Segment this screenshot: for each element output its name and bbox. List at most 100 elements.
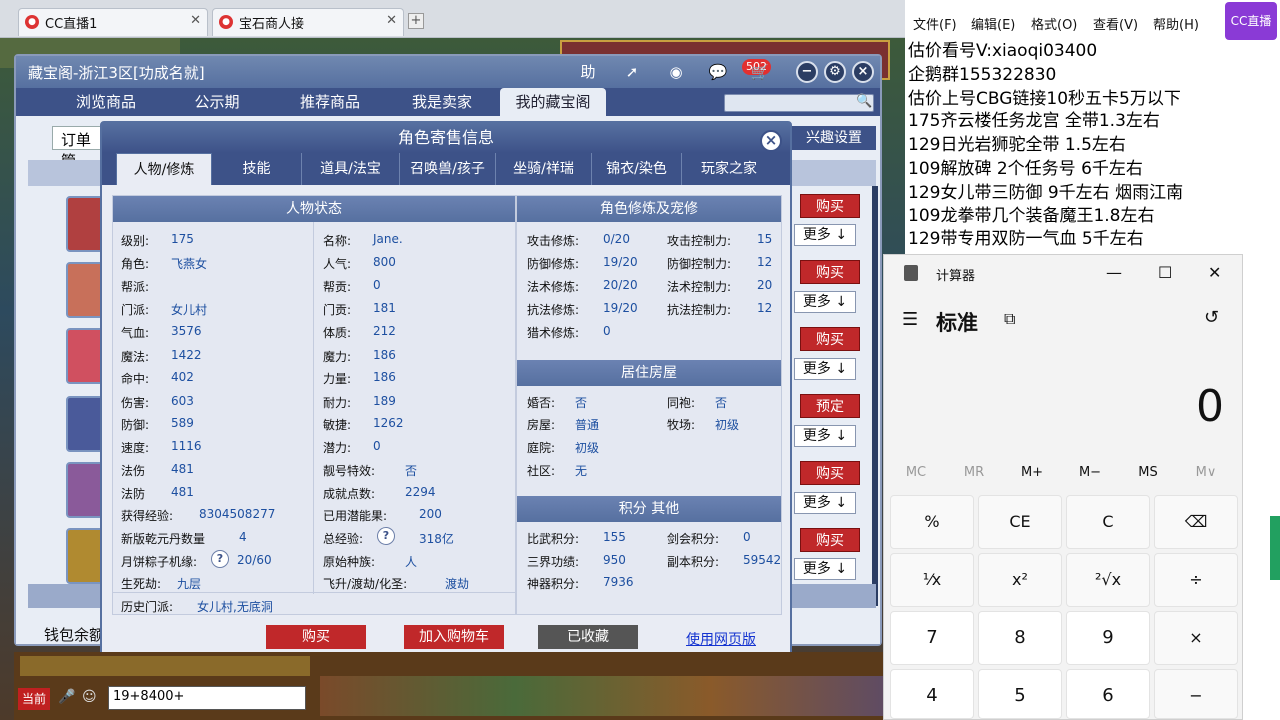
close-icon[interactable]: × [760, 130, 782, 152]
browser-tab-cc[interactable]: ● CC直播1 ✕ [18, 8, 208, 36]
memory-subtract-button[interactable]: M− [1064, 465, 1116, 480]
favorited-button[interactable]: 已收藏 [538, 625, 638, 649]
new-tab-button[interactable]: + [408, 13, 424, 29]
stop-icon[interactable]: ◉ [664, 61, 688, 83]
stat-value: 800 [373, 255, 396, 269]
stat-value: 1262 [373, 416, 404, 430]
close-icon[interactable]: ✕ [1208, 263, 1221, 282]
close-tab-icon[interactable]: ✕ [386, 13, 397, 28]
memory-list-button[interactable]: M∨ [1180, 465, 1232, 480]
interest-settings-button[interactable]: 兴趣设置 [792, 126, 876, 150]
more-button[interactable]: 更多 ↓ [794, 224, 856, 246]
menu-file[interactable]: 文件(F) [913, 14, 957, 33]
browser-tab-gem[interactable]: ● 宝石商人接 ✕ [212, 8, 404, 36]
more-button[interactable]: 更多 ↓ [794, 492, 856, 514]
list-scrollbar[interactable] [872, 186, 878, 606]
tab-items[interactable]: 道具/法宝 [302, 153, 400, 185]
search-input[interactable] [724, 94, 874, 112]
microphone-icon[interactable]: 🎤 [58, 689, 75, 705]
stat-value: 1116 [171, 439, 202, 453]
buy-button[interactable]: 购买 [800, 327, 860, 351]
multiply-button[interactable]: × [1154, 611, 1238, 665]
note-line: 估价看号V:xiaoqi03400 [908, 41, 1098, 61]
clear-entry-button[interactable]: CE [978, 495, 1062, 549]
menu-view[interactable]: 查看(V) [1093, 14, 1138, 33]
minimize-icon[interactable]: — [1106, 263, 1122, 282]
reciprocal-button[interactable]: ¹⁄x [890, 553, 974, 607]
memory-recall-button[interactable]: MR [948, 465, 1000, 480]
close-icon[interactable]: × [852, 61, 874, 83]
stat-label: 靓号特效: [323, 464, 376, 478]
chat-icon[interactable]: 💬 [706, 61, 730, 83]
chat-channel-button[interactable]: 当前 [18, 688, 50, 710]
memory-store-button[interactable]: MS [1122, 465, 1174, 480]
stat-label: 帮贡: [323, 280, 352, 294]
digit-6-button[interactable]: 6 [1066, 669, 1150, 719]
more-button[interactable]: 更多 ↓ [794, 291, 856, 313]
reserve-button[interactable]: 预定 [800, 394, 860, 418]
help-question-icon[interactable]: ? [211, 550, 229, 568]
dialog-title: 角色寄售信息 × [102, 123, 790, 153]
help-button[interactable]: 助 [576, 61, 600, 83]
menu-edit[interactable]: 编辑(E) [971, 14, 1015, 33]
history-icon[interactable]: ↺ [1204, 307, 1219, 328]
stat-value: 481 [171, 485, 194, 499]
buy-button[interactable]: 购买 [800, 260, 860, 284]
tab-my-cbg[interactable]: 我的藏宝阁 [500, 88, 606, 116]
stat-label: 猎术修炼: [527, 326, 580, 340]
tab-public[interactable]: 公示期 [172, 88, 262, 116]
close-tab-icon[interactable]: ✕ [190, 13, 201, 28]
buy-button[interactable]: 购买 [800, 528, 860, 552]
settings-icon[interactable]: ⚙ [824, 61, 846, 83]
memory-add-button[interactable]: M+ [1006, 465, 1058, 480]
menu-help[interactable]: 帮助(H) [1153, 14, 1199, 33]
help-question-icon[interactable]: ? [377, 527, 395, 545]
share-icon[interactable]: ➚ [620, 61, 644, 83]
backspace-button[interactable]: ⌫ [1154, 495, 1238, 549]
divide-button[interactable]: ÷ [1154, 553, 1238, 607]
add-to-cart-button[interactable]: 加入购物车 [404, 625, 504, 649]
square-button[interactable]: x² [978, 553, 1062, 607]
stat-label: 帮派: [121, 280, 150, 294]
menu-format[interactable]: 格式(O) [1031, 14, 1077, 33]
digit-8-button[interactable]: 8 [978, 611, 1062, 665]
tab-recommend[interactable]: 推荐商品 [280, 88, 380, 116]
more-button[interactable]: 更多 ↓ [794, 358, 856, 380]
web-version-link[interactable]: 使用网页版 [686, 629, 756, 649]
clear-button[interactable]: C [1066, 495, 1150, 549]
sqrt-button[interactable]: ²√x [1066, 553, 1150, 607]
chat-input[interactable]: 19+8400+ [108, 686, 306, 710]
tab-skills[interactable]: 技能 [212, 153, 302, 185]
tab-character[interactable]: 人物/修炼 [116, 153, 212, 185]
buy-button[interactable]: 购买 [266, 625, 366, 649]
calculator-mode: 标准 [936, 311, 978, 335]
maximize-icon[interactable]: ☐ [1158, 263, 1172, 282]
tab-browse[interactable]: 浏览商品 [56, 88, 156, 116]
minus-button[interactable]: − [1154, 669, 1238, 719]
percent-button[interactable]: % [890, 495, 974, 549]
tab-home[interactable]: 玩家之家 [682, 153, 776, 185]
digit-4-button[interactable]: 4 [890, 669, 974, 719]
tab-seller[interactable]: 我是卖家 [392, 88, 492, 116]
menu-icon[interactable]: ☰ [902, 309, 918, 330]
tab-pets[interactable]: 召唤兽/孩子 [400, 153, 496, 185]
cultivation-panel: 角色修炼及宠修 攻击修炼: 0/20 攻击控制力: 15 防御修炼: 19/20… [516, 195, 782, 615]
tab-mounts[interactable]: 坐骑/祥瑞 [496, 153, 592, 185]
search-icon[interactable]: 🔍 [856, 94, 872, 109]
cart-icon[interactable]: 🛒 [748, 61, 772, 83]
buy-button[interactable]: 购买 [800, 461, 860, 485]
minimize-icon[interactable]: − [796, 61, 818, 83]
digit-5-button[interactable]: 5 [978, 669, 1062, 719]
digit-9-button[interactable]: 9 [1066, 611, 1150, 665]
more-button[interactable]: 更多 ↓ [794, 558, 856, 580]
emoji-icon[interactable]: ☺ [82, 689, 97, 705]
buy-button[interactable]: 购买 [800, 194, 860, 218]
calculator-window: 计算器 — ☐ ✕ ☰ 标准 ⧉ ↺ 0 MC MR M+ M− MS M∨ %… [883, 254, 1243, 720]
memory-clear-button[interactable]: MC [890, 465, 942, 480]
tab-costume[interactable]: 锦衣/染色 [592, 153, 682, 185]
digit-7-button[interactable]: 7 [890, 611, 974, 665]
more-button[interactable]: 更多 ↓ [794, 425, 856, 447]
keep-on-top-icon[interactable]: ⧉ [1004, 309, 1015, 329]
stat-label: 魔法: [121, 350, 150, 364]
game-toolbar-icons[interactable] [20, 656, 310, 676]
